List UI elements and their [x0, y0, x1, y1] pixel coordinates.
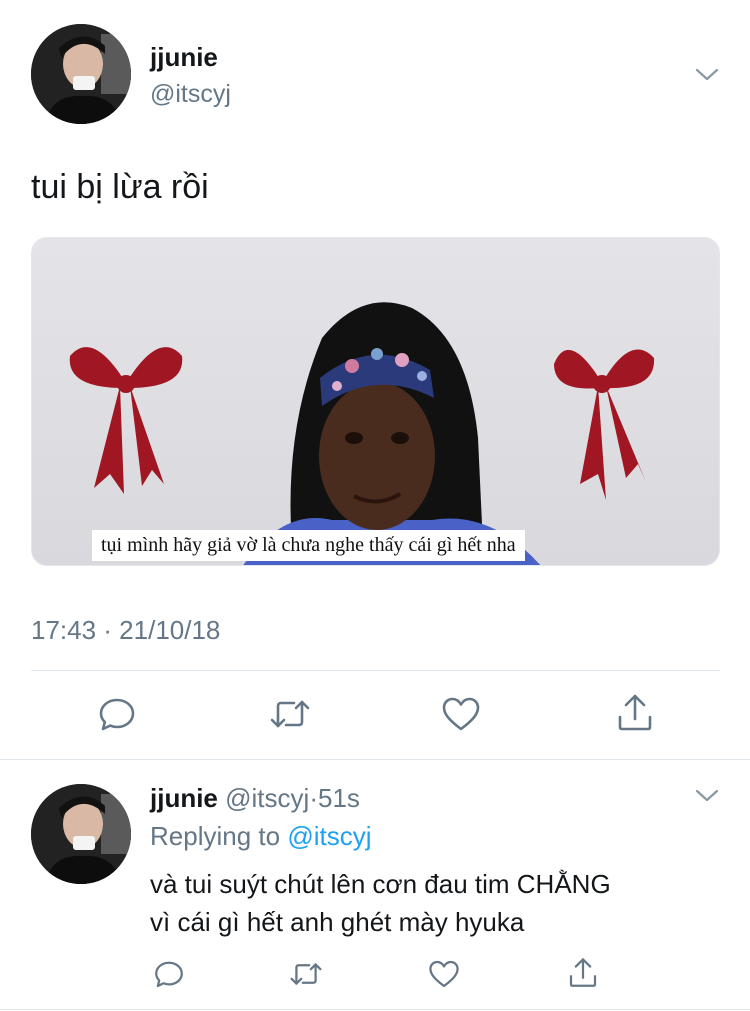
- reply-text-line2: vì cái gì hết anh ghét mày hyuka: [150, 907, 525, 937]
- tweet-timestamp[interactable]: 17:43 · 21/10/18: [31, 614, 220, 646]
- replying-prefix: Replying to: [150, 821, 281, 851]
- reply-separator: ·: [309, 783, 318, 813]
- retweet-icon[interactable]: [268, 694, 312, 734]
- reply-icon[interactable]: [97, 694, 137, 734]
- replying-to-line: Replying to @itscyj: [150, 820, 371, 852]
- tweet-media[interactable]: tụi mình hãy giả vờ là chưa nghe thấy cá…: [31, 237, 720, 566]
- retweet-icon[interactable]: [288, 958, 324, 990]
- main-avatar[interactable]: [31, 24, 131, 124]
- like-icon[interactable]: [428, 958, 460, 990]
- reply-avatar[interactable]: [31, 784, 131, 884]
- avatar-image: [31, 784, 131, 884]
- reply-header: jjunie @itscyj·51s: [150, 782, 360, 814]
- main-display-name[interactable]: jjunie: [150, 42, 218, 72]
- media-caption: tụi mình hãy giả vờ là chưa nghe thấy cá…: [92, 530, 525, 561]
- reply-icon[interactable]: [153, 958, 185, 990]
- chevron-down-icon[interactable]: [695, 789, 719, 808]
- share-icon[interactable]: [615, 692, 655, 734]
- avatar-image: [31, 24, 131, 124]
- media-image: [32, 238, 719, 565]
- reply-age[interactable]: 51s: [318, 783, 360, 813]
- main-handle[interactable]: @itscyj: [150, 79, 231, 109]
- chevron-down-icon[interactable]: [695, 68, 719, 87]
- share-icon[interactable]: [567, 956, 599, 990]
- main-tweet-text: tui bị lừa rồi: [31, 168, 209, 206]
- like-icon[interactable]: [441, 694, 481, 734]
- section-divider: [0, 759, 750, 760]
- replying-to-link[interactable]: @itscyj: [287, 821, 371, 851]
- bottom-divider: [0, 1009, 750, 1010]
- reply-display-name[interactable]: jjunie: [150, 783, 218, 813]
- divider: [31, 670, 720, 671]
- reply-text-line1: và tui suýt chút lên cơn đau tim CHẰNG: [150, 869, 611, 899]
- reply-handle[interactable]: @itscyj: [225, 783, 309, 813]
